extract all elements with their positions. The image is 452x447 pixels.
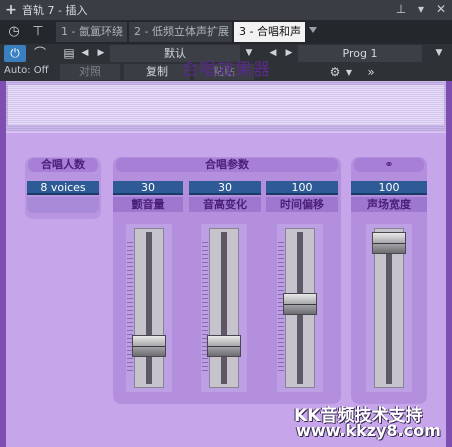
- add-icon[interactable]: +: [0, 2, 22, 18]
- tab-3[interactable]: 3 - 合唱和声: [234, 22, 306, 42]
- plugin-right-edge: [446, 81, 452, 447]
- window-title: 音轨 7 - 插入: [22, 4, 88, 17]
- tab-dropdown-icon[interactable]: [309, 27, 317, 33]
- stereo-width-slider-track: [386, 232, 392, 384]
- time-offset-value[interactable]: 100: [266, 181, 338, 195]
- stereo-link-icon: ⚭: [384, 158, 394, 171]
- voices-value[interactable]: 8 voices: [27, 181, 99, 195]
- title-bar: + 音轨 7 - 插入 ⊥ ▾ ✕: [0, 0, 452, 20]
- pitch-variation-slider-track: [221, 232, 227, 384]
- menu-icon[interactable]: ▾: [414, 2, 428, 16]
- stereo-width-slider-handle[interactable]: [372, 232, 406, 254]
- pitch-variation-slider-handle[interactable]: [207, 334, 241, 357]
- vibrato-value[interactable]: 30: [113, 181, 183, 195]
- plugin-title: 合唱效果器: [181, 60, 271, 80]
- stereo-width-label: 声场宽度: [351, 197, 427, 212]
- tab-row: ◷ ⊤ 1 - 氤氲环绕 2 - 低频立体声扩展 3 - 合唱和声: [0, 20, 452, 44]
- params-header: 合唱参数: [116, 158, 338, 172]
- stereo-width-value[interactable]: 100: [351, 181, 427, 195]
- pitch-variation-label: 音高变化: [189, 197, 261, 212]
- stereo-header: ⚭: [354, 158, 424, 172]
- watermark-line-2: www.kkzy8.com: [296, 421, 441, 440]
- time-offset-slider-handle[interactable]: [283, 293, 317, 316]
- time-offset-label: 时间偏移: [266, 197, 338, 212]
- close-icon[interactable]: ✕: [434, 2, 448, 16]
- routing-icon[interactable]: ⊤: [28, 23, 48, 41]
- tab-2[interactable]: 2 - 低频立体声扩展: [129, 22, 233, 42]
- vibrato-slider-handle[interactable]: [132, 334, 166, 357]
- voices-bar: [27, 197, 99, 213]
- pin-icon[interactable]: ⊥: [394, 2, 408, 16]
- vibrato-slider-track: [146, 232, 152, 384]
- voices-header: 合唱人数: [28, 158, 98, 172]
- plugin-top-panel: [8, 85, 444, 125]
- pitch-variation-value[interactable]: 30: [189, 181, 261, 195]
- vibrato-label: 颤音量: [113, 197, 183, 212]
- timer-icon[interactable]: ◷: [4, 23, 24, 41]
- tab-1[interactable]: 1 - 氤氲环绕: [56, 22, 128, 42]
